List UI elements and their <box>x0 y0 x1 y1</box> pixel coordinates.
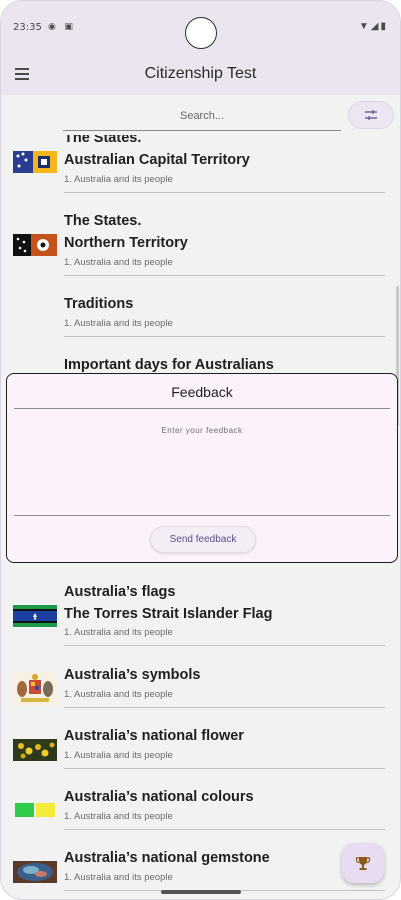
send-feedback-button[interactable]: Send feedback <box>150 526 256 553</box>
system-icons: ▼◢▮ <box>359 21 388 32</box>
battery-icon: ▮ <box>380 21 388 32</box>
item-title: Australia’s national gemstone <box>64 850 270 866</box>
divider <box>64 336 385 337</box>
search-input[interactable] <box>63 101 341 131</box>
item-title: Australia’s national flower <box>64 728 244 744</box>
item-subtitle: 1. Australia and its people <box>64 750 173 761</box>
item-title: Australia’s national colours <box>64 789 254 805</box>
trophy-icon <box>355 857 371 870</box>
item-subtitle: 1. Australia and its people <box>64 627 173 638</box>
item-subtitle: 1. Australia and its people <box>64 318 173 329</box>
list-item[interactable]: Traditions 1. Australia and its people <box>1 293 400 339</box>
wattle-thumbnail <box>13 739 57 761</box>
item-title: Australia’s symbols <box>64 667 201 683</box>
item-subtitle: 1. Australia and its people <box>64 257 173 268</box>
item-title-line2: The Torres Strait Islander Flag <box>64 606 273 622</box>
divider <box>64 707 385 708</box>
tune-icon <box>365 110 377 120</box>
filter-button[interactable] <box>348 101 394 129</box>
notification-icons: ◉ ▣ <box>48 21 76 31</box>
wifi-icon: ▼ <box>358 21 371 32</box>
list-item[interactable]: Australia’s national colours 1. Australi… <box>1 786 400 832</box>
opal-thumbnail <box>13 861 57 883</box>
list-item[interactable]: Australia’s national gemstone 1. Austral… <box>1 847 400 893</box>
divider <box>64 645 385 646</box>
list-item[interactable]: Australia’s national flower 1. Australia… <box>1 725 400 771</box>
item-subtitle: 1. Australia and its people <box>64 872 173 883</box>
item-subtitle: 1. Australia and its people <box>64 811 173 822</box>
feedback-dialog: Feedback Send feedback <box>6 373 398 563</box>
item-subtitle: 1. Australia and its people <box>64 689 173 700</box>
phone-screen: 23:35 ◉ ▣ ▼◢▮ Citizenship Test Search...… <box>0 0 401 900</box>
divider <box>64 192 385 193</box>
torres-strait-flag-thumbnail <box>13 605 57 627</box>
list-item[interactable]: Australia’s flags The Torres Strait Isla… <box>1 581 400 649</box>
feedback-input[interactable] <box>14 414 390 514</box>
divider <box>14 408 390 409</box>
divider <box>64 829 385 830</box>
divider <box>64 275 385 276</box>
feedback-title: Feedback <box>171 384 233 400</box>
list-item[interactable]: Australia’s symbols 1. Australia and its… <box>1 664 400 710</box>
trophy-fab[interactable] <box>342 843 384 883</box>
item-title: Traditions <box>64 296 134 312</box>
item-subtitle: 1. Australia and its people <box>64 174 173 185</box>
divider <box>64 768 385 769</box>
camera-cutout <box>185 17 217 49</box>
item-title: The States. <box>64 213 142 229</box>
national-colours-thumbnail <box>13 802 57 818</box>
gesture-bar[interactable] <box>161 890 241 894</box>
app-title: Citizenship Test <box>144 65 257 82</box>
status-time: 23:35 <box>13 22 42 33</box>
list-item[interactable]: The States. Australian Capital Territory… <box>1 127 400 195</box>
item-title-line2: Northern Territory <box>64 235 188 251</box>
search-row <box>1 95 400 135</box>
list-item[interactable]: The States. Northern Territory 1. Austra… <box>1 210 400 278</box>
act-flag-thumbnail <box>13 151 57 173</box>
item-title-line2: Australian Capital Territory <box>64 152 250 168</box>
nt-flag-thumbnail <box>13 234 57 256</box>
app-bar: Citizenship Test <box>1 53 400 95</box>
item-title: Australia’s flags <box>64 584 176 600</box>
coat-of-arms-thumbnail <box>13 672 57 706</box>
divider <box>14 515 390 516</box>
